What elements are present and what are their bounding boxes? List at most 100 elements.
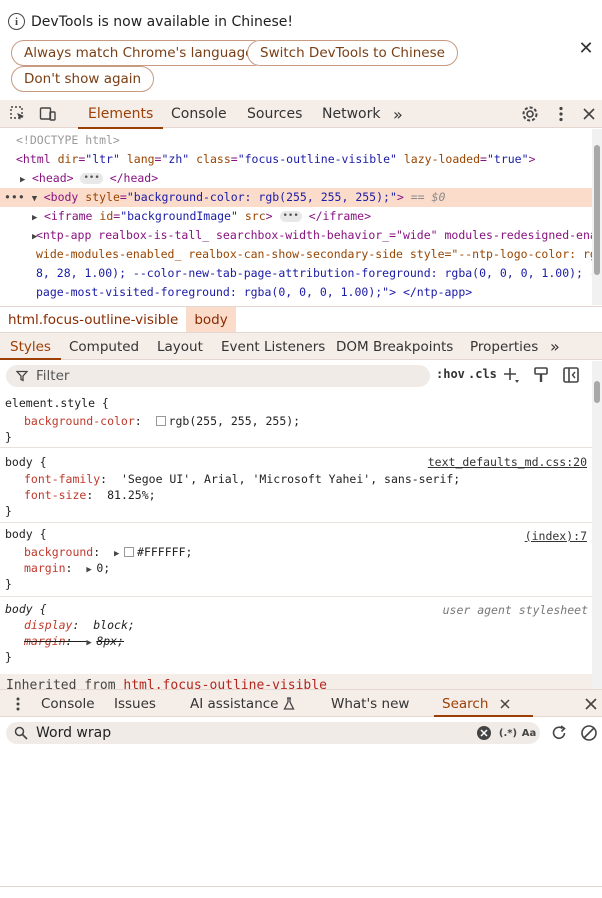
clear-search-icon[interactable] [474, 723, 494, 743]
rule-selector[interactable]: body { [5, 526, 47, 542]
prop-name[interactable]: background-color [24, 414, 135, 428]
elements-scrollbar[interactable] [592, 129, 602, 305]
head-open-tag: <head> [32, 171, 74, 185]
tab-properties[interactable]: Properties [470, 333, 538, 360]
device-toolbar-icon[interactable] [38, 104, 58, 124]
prop-name[interactable]: margin [24, 561, 66, 575]
doctype-node[interactable]: <!DOCTYPE html> [16, 131, 120, 150]
ellipsis-icon[interactable]: ••• [279, 211, 302, 222]
tab-console[interactable]: Console [171, 100, 227, 128]
style-declaration[interactable]: display: block; [24, 617, 135, 633]
expand-triangle-icon[interactable]: ▶ [114, 546, 124, 562]
regex-toggle-button[interactable]: (.*) [497, 723, 519, 743]
hov-toggle-button[interactable]: :hov [436, 367, 465, 381]
rule-close-brace: } [5, 504, 12, 518]
style-declaration[interactable]: background: ▶ #FFFFFF; [24, 544, 192, 560]
cls-toggle-button[interactable]: .cls [468, 367, 497, 381]
head-node[interactable]: ▶ <head> ••• </head> [20, 169, 158, 188]
dont-show-again-button[interactable]: Don't show again [11, 66, 155, 92]
prop-name[interactable]: font-size [24, 488, 86, 502]
overridden-declaration[interactable]: margin: ▶ 8px; [24, 633, 124, 649]
expand-triangle-icon[interactable]: ▶ [86, 562, 96, 578]
drawer-tab-search[interactable]: Search [433, 690, 534, 717]
prop-name[interactable]: background [24, 545, 93, 559]
more-options-icon[interactable] [551, 104, 571, 124]
styles-scrollbar[interactable] [592, 361, 602, 689]
styles-tabbar: Styles Computed Layout Event Listeners D… [0, 332, 602, 360]
more-tabs-icon[interactable]: » [550, 333, 560, 360]
ellipsis-icon[interactable]: ••• [80, 173, 103, 184]
infobar-close-icon[interactable]: ✕ [576, 38, 596, 59]
inspect-element-icon[interactable] [8, 104, 28, 124]
prop-value[interactable]: 'Segoe UI', Arial, 'Microsoft Yahei', sa… [121, 472, 460, 486]
color-swatch-icon[interactable] [124, 547, 135, 557]
inherited-selector-link[interactable]: html.focus-outline-visible [123, 678, 327, 689]
tab-styles[interactable]: Styles [0, 333, 61, 360]
drawer-menu-icon[interactable] [8, 694, 28, 714]
switch-to-chinese-button[interactable]: Switch DevTools to Chinese [247, 40, 458, 66]
style-declaration[interactable]: font-size: 81.25%; [24, 487, 156, 503]
prop-name[interactable]: display [24, 618, 72, 632]
search-input[interactable]: Word wrap [6, 722, 540, 744]
drawer-tab-whats-new[interactable]: What's new [331, 690, 409, 717]
toggle-sidebar-icon[interactable] [562, 366, 580, 384]
rule-selector[interactable]: body { [5, 454, 47, 470]
prop-name[interactable]: font-family [24, 472, 100, 486]
color-swatch-icon[interactable] [155, 416, 166, 426]
prop-value[interactable]: #FFFFFF; [137, 545, 192, 559]
style-declaration[interactable]: margin: ▶ 0; [24, 560, 110, 576]
prop-value[interactable]: block; [93, 618, 135, 632]
body-node-selected[interactable]: ••• ▼ <body style="background-color: rgb(… [0, 188, 592, 207]
html-node[interactable]: <html dir="ltr" lang="zh" class="focus-o… [16, 150, 535, 169]
elements-scroll-thumb[interactable] [594, 145, 600, 275]
style-declaration[interactable]: font-family: 'Segoe UI', Arial, 'Microso… [24, 471, 460, 487]
prop-value[interactable]: 8px; [96, 634, 124, 648]
style-rule-element: element.style { background-color: rgb(25… [0, 392, 592, 448]
tab-dom-breakpoints[interactable]: DOM Breakpoints [336, 333, 453, 360]
paint-brush-icon[interactable] [532, 366, 550, 384]
drawer-tab-console[interactable]: Console [41, 690, 95, 717]
rule-selector[interactable]: body { [5, 601, 47, 617]
source-link[interactable]: (index):7 [525, 529, 587, 543]
styles-scroll-thumb[interactable] [594, 381, 600, 403]
prop-value[interactable]: rgb(255, 255, 255); [169, 414, 301, 428]
source-link[interactable]: text_defaults_md.css:20 [428, 455, 587, 469]
expand-triangle-icon[interactable]: ▶ [86, 635, 96, 651]
tab-computed[interactable]: Computed [69, 333, 139, 360]
close-tab-icon[interactable] [499, 698, 511, 710]
breadcrumb-body[interactable]: body [186, 307, 236, 332]
ntp-app-node[interactable]: ▶<ntp-app realbox-is-tall_ searchbox-wid… [32, 226, 592, 245]
always-match-language-button[interactable]: Always match Chrome's language [11, 40, 267, 66]
prop-value[interactable]: 0; [96, 561, 110, 575]
tab-sources[interactable]: Sources [247, 100, 302, 128]
doctype-text: <!DOCTYPE html> [16, 133, 120, 147]
add-rule-icon[interactable] [502, 366, 520, 384]
tab-elements[interactable]: Elements [77, 100, 164, 129]
drawer-tab-label: Search [442, 695, 489, 712]
drawer-tab-issues[interactable]: Issues [114, 690, 156, 717]
prop-name[interactable]: margin [24, 634, 66, 648]
inherited-from-header: Inherited from html.focus-outline-visibl… [0, 674, 592, 689]
close-drawer-icon[interactable] [581, 694, 601, 714]
more-tabs-icon[interactable]: » [393, 100, 403, 128]
rule-selector[interactable]: element.style { [5, 395, 109, 411]
clear-results-icon[interactable] [579, 723, 599, 743]
styles-pane[interactable]: element.style { background-color: rgb(25… [0, 392, 592, 689]
close-devtools-icon[interactable] [579, 104, 599, 124]
refresh-icon[interactable] [549, 723, 569, 743]
status-divider [0, 886, 602, 887]
infobar-message: DevTools is now available in Chinese! [31, 13, 293, 30]
prop-value[interactable]: 81.25%; [107, 488, 155, 502]
breadcrumb-html[interactable]: html.focus-outline-visible [0, 307, 186, 332]
tab-event-listeners[interactable]: Event Listeners [221, 333, 325, 360]
elements-tree[interactable]: <!DOCTYPE html> <html dir="ltr" lang="zh… [0, 129, 592, 305]
drawer-tab-ai-assistance[interactable]: AI assistance [190, 690, 296, 717]
node-ellipsis-icon[interactable]: ••• [0, 190, 25, 204]
settings-gear-icon[interactable] [520, 104, 540, 124]
match-case-button[interactable]: Aa [519, 723, 539, 743]
iframe-node[interactable]: ▶ <iframe id="backgroundImage" src> ••• <… [32, 207, 371, 226]
styles-filter-input[interactable]: Filter [6, 365, 430, 387]
tab-layout[interactable]: Layout [157, 333, 203, 360]
tab-network[interactable]: Network [322, 100, 380, 128]
style-declaration[interactable]: background-color: rgb(255, 255, 255); [24, 413, 300, 429]
